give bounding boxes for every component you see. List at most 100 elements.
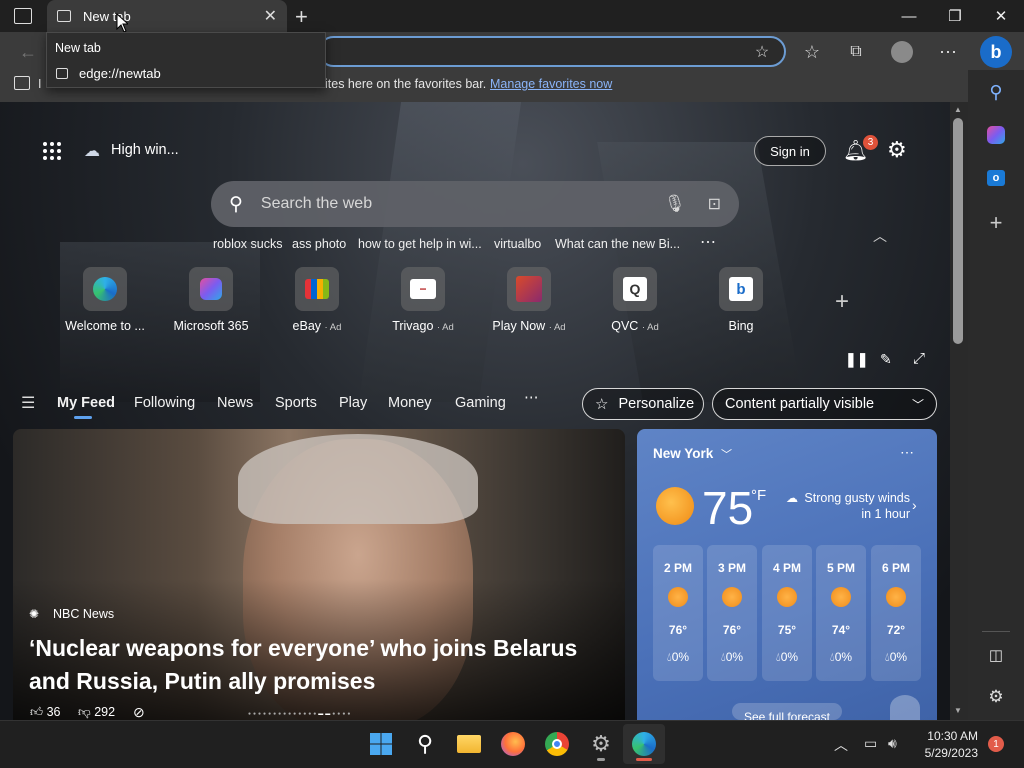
hourly-forecast-item[interactable]: 2 PM 76° 💧︎0% <box>653 545 703 681</box>
search-box[interactable]: ⚲ Search the web 🎙︎ ⊡ <box>211 181 739 227</box>
network-icon[interactable]: ▭ <box>864 735 877 752</box>
more-suggestions-icon[interactable]: ⋯ <box>700 232 716 252</box>
clock-date[interactable]: 5/29/2023 <box>918 746 978 760</box>
feed-tab-following[interactable]: Following <box>134 395 195 411</box>
collections-icon[interactable]: ⧉ <box>842 38 870 66</box>
firefox-icon[interactable] <box>497 728 529 760</box>
tab-new-tab[interactable]: New tab ✕ <box>47 0 287 32</box>
hourly-forecast-item[interactable]: 4 PM 75° 💧︎0% <box>762 545 812 681</box>
sign-in-button[interactable]: Sign in <box>754 136 826 166</box>
suggestion-item[interactable]: how to get help in wi... <box>358 237 482 251</box>
favorites-bar-text: ites here on the favorites bar. <box>325 77 487 91</box>
show-hidden-icons-chevron[interactable]: ︿ <box>834 735 848 755</box>
import-favorites-icon[interactable] <box>14 76 30 90</box>
add-shortcut-icon[interactable]: + <box>835 288 849 316</box>
quick-link-bing[interactable]: b Bing <box>696 267 786 333</box>
hamburger-menu-icon[interactable]: ☰ <box>21 393 35 413</box>
search-icon[interactable]: ⚲ <box>982 78 1010 106</box>
dislike-button[interactable]: 👎︎ 292 <box>78 705 115 720</box>
tab-close-icon[interactable]: ✕ <box>264 6 277 26</box>
alert-chevron-icon[interactable]: › <box>912 497 917 513</box>
weather-alert[interactable]: Strong gusty winds in 1 hour <box>802 490 910 522</box>
more-menu-icon[interactable]: ⋯ <box>934 38 962 66</box>
suggestion-item[interactable]: What can the new Bi... <box>555 237 680 251</box>
feed-tab-gaming[interactable]: Gaming <box>455 395 506 411</box>
chrome-icon[interactable] <box>541 728 573 760</box>
tab-actions-icon[interactable] <box>14 8 32 24</box>
sidebar-settings-icon[interactable]: ⚙ <box>982 683 1010 711</box>
edit-background-icon[interactable]: ✎ <box>880 351 892 368</box>
more-tabs-icon[interactable]: ⋯ <box>524 390 539 406</box>
trivago-icon: ▬ <box>410 279 436 299</box>
weather-more-icon[interactable]: ⋯ <box>900 444 914 461</box>
start-button[interactable] <box>365 728 397 760</box>
taskbar-search-icon[interactable]: ⚲ <box>409 728 441 760</box>
clock-time[interactable]: 10:30 AM <box>918 729 978 743</box>
quick-link-ebay[interactable]: eBay · Ad <box>272 267 362 333</box>
file-explorer-icon[interactable] <box>453 728 485 760</box>
hourly-forecast-item[interactable]: 5 PM 74° 💧︎0% <box>816 545 866 681</box>
pause-background-icon[interactable]: ❚❚ <box>845 351 868 368</box>
personalize-button[interactable]: ☆ Personalize <box>582 388 704 420</box>
manage-favorites-link[interactable]: Manage favorites now <box>490 77 612 91</box>
scroll-down-icon[interactable]: ▼ <box>954 706 962 715</box>
feed-tab-sports[interactable]: Sports <box>275 395 317 411</box>
bing-chat-icon[interactable]: b <box>980 36 1012 68</box>
quick-link-play-now[interactable]: Play Now · Ad <box>484 267 574 333</box>
suggestion-item[interactable]: roblox sucks <box>213 237 282 251</box>
notification-center-badge[interactable]: 1 <box>988 736 1004 752</box>
quick-link-welcome[interactable]: Welcome to ... <box>60 267 150 333</box>
hide-story-icon[interactable]: ⊘ <box>133 704 145 721</box>
scroll-up-icon[interactable]: ▲ <box>954 105 962 114</box>
feed-tab-money[interactable]: Money <box>388 395 432 411</box>
tooltip-page-icon <box>56 68 68 79</box>
back-icon[interactable]: ← <box>14 38 42 66</box>
carousel-dots[interactable]: ●●●●●●●●●●●●●●▬▬●●●● <box>248 711 352 717</box>
city-chevron-icon[interactable]: ﹀ <box>721 446 732 462</box>
edge-taskbar-icon[interactable] <box>628 728 660 760</box>
weather-map-icon[interactable] <box>890 695 920 720</box>
hide-sidebar-icon[interactable]: ◫ <box>982 641 1010 669</box>
restore-button[interactable]: ❐ <box>932 0 978 32</box>
outlook-icon[interactable]: o <box>982 164 1010 192</box>
apps-grid-icon[interactable] <box>42 141 62 161</box>
microphone-icon[interactable]: 🎙︎ <box>664 194 686 214</box>
ebay-icon <box>305 279 329 299</box>
content-visibility-dropdown[interactable]: Content partially visible ﹀ <box>712 388 937 420</box>
minimize-button[interactable]: — <box>886 0 932 32</box>
volume-icon[interactable]: 🔊︎ <box>888 735 897 752</box>
profile-avatar[interactable] <box>888 38 916 66</box>
bing-icon: b <box>729 277 753 301</box>
quick-link-microsoft-365[interactable]: Microsoft 365 <box>166 267 256 333</box>
settings-app-icon[interactable]: ⚙ <box>585 728 617 760</box>
feed-tab-my-feed[interactable]: My Feed <box>57 395 115 411</box>
new-tab-button[interactable]: + <box>295 4 308 30</box>
quick-link-qvc[interactable]: Q QVC · Ad <box>590 267 680 333</box>
weather-city[interactable]: New York <box>653 446 713 461</box>
favorites-bar-prefix: I <box>38 77 42 91</box>
add-favorite-icon[interactable]: ☆ <box>748 38 776 66</box>
visual-search-icon[interactable]: ⊡ <box>708 194 721 214</box>
feed-tab-play[interactable]: Play <box>339 395 367 411</box>
settings-gear-icon[interactable]: ⚙ <box>887 137 907 163</box>
favorites-icon[interactable]: ☆ <box>798 38 826 66</box>
expand-icon[interactable]: ⤢ <box>913 350 925 367</box>
weather-chip[interactable]: High win... <box>111 142 179 158</box>
scrollbar-thumb[interactable] <box>953 118 963 344</box>
suggestion-item[interactable]: virtualbo <box>494 237 541 251</box>
address-bar[interactable] <box>318 36 786 67</box>
temperature-unit[interactable]: °F <box>751 487 766 504</box>
see-full-forecast-button[interactable]: See full forecast <box>732 703 842 720</box>
hero-headline[interactable]: ‘Nuclear weapons for everyone’ who joins… <box>29 632 609 698</box>
add-sidebar-app-icon[interactable]: + <box>982 209 1010 237</box>
quick-link-trivago[interactable]: ▬ Trivago · Ad <box>378 267 468 333</box>
search-input[interactable]: Search the web <box>261 195 372 213</box>
collapse-chevron-icon[interactable]: ︿ <box>873 226 887 246</box>
hourly-forecast-item[interactable]: 3 PM 76° 💧︎0% <box>707 545 757 681</box>
copilot-icon[interactable] <box>982 121 1010 149</box>
like-button[interactable]: 👍︎ 36 <box>30 705 60 720</box>
suggestion-item[interactable]: ass photo <box>292 237 346 251</box>
close-button[interactable]: ✕ <box>978 0 1024 32</box>
hourly-forecast-item[interactable]: 6 PM 72° 💧︎0% <box>871 545 921 681</box>
feed-tab-news[interactable]: News <box>217 395 253 411</box>
